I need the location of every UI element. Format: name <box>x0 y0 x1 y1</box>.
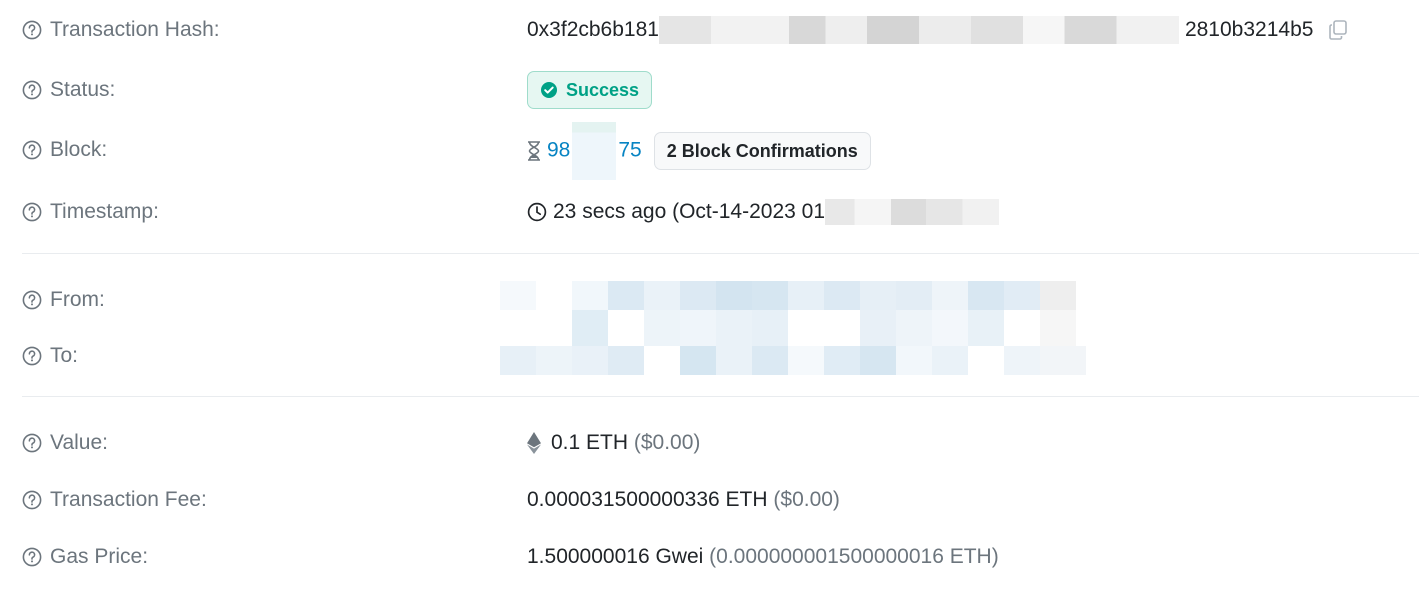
redacted-addresses <box>500 281 1086 375</box>
divider <box>22 253 1419 254</box>
gas-eth: (0.000000001500000016 ETH) <box>709 545 999 568</box>
hash-prefix: 0x3f2cb6b181 <box>527 18 659 41</box>
redacted-timestamp <box>825 199 999 225</box>
redacted-block <box>572 122 617 180</box>
label-to: To: <box>22 336 78 376</box>
row-status: Status: Success <box>22 70 1419 110</box>
check-circle-icon <box>541 82 557 98</box>
block-value: 98 75 2 Block Confirmations <box>527 122 871 180</box>
question-circle-icon[interactable] <box>22 433 42 453</box>
label-transaction-fee: Transaction Fee: <box>22 480 207 520</box>
row-value: Value: 0.1 ETH ($0.00) <box>22 423 1419 463</box>
label-text: Transaction Fee: <box>50 488 207 511</box>
question-circle-icon[interactable] <box>22 290 42 310</box>
row-transaction-hash: Transaction Hash: 0x3f2cb6b181 2810b3214… <box>22 10 1419 50</box>
hourglass-icon <box>528 141 540 161</box>
row-timestamp: Timestamp: 23 secs ago (Oct-14-2023 01 <box>22 192 1419 232</box>
label-text: Transaction Hash: <box>50 18 220 41</box>
fee-amount: 0.000031500000336 ETH ($0.00) <box>527 480 840 520</box>
ethereum-icon <box>527 432 541 454</box>
label-timestamp: Timestamp: <box>22 192 159 232</box>
clock-icon <box>527 202 547 222</box>
value-usd: ($0.00) <box>633 431 701 454</box>
row-block: Block: 98 75 2 Block Confirmations <box>22 122 1419 180</box>
label-text: Status: <box>50 78 116 101</box>
label-status: Status: <box>22 70 115 110</box>
question-circle-icon[interactable] <box>22 346 42 366</box>
label-block: Block: <box>22 130 107 170</box>
status-value: Success <box>527 70 653 110</box>
timestamp-text: 23 secs ago (Oct-14-2023 01 <box>553 200 825 223</box>
block-confirmations-badge: 2 Block Confirmations <box>653 132 871 170</box>
block-suffix: 75 <box>618 138 642 162</box>
question-circle-icon[interactable] <box>22 202 42 222</box>
row-transaction-fee: Transaction Fee: 0.000031500000336 ETH (… <box>22 480 1419 520</box>
question-circle-icon[interactable] <box>22 80 42 100</box>
divider <box>22 396 1419 397</box>
hash-suffix: 2810b3214b5 <box>1184 18 1314 41</box>
transaction-hash-value: 0x3f2cb6b181 2810b3214b5 <box>527 10 1349 50</box>
gas-amount: 1.500000016 Gwei (0.000000001500000016 E… <box>527 537 999 577</box>
gas-gwei: 1.500000016 Gwei <box>527 545 704 568</box>
fee-usd: ($0.00) <box>773 488 840 511</box>
status-text: Success <box>566 79 640 100</box>
question-circle-icon[interactable] <box>22 20 42 40</box>
label-text: To: <box>50 344 79 367</box>
label-from: From: <box>22 280 105 320</box>
label-text: Timestamp: <box>50 200 159 223</box>
label-text: Value: <box>50 431 108 454</box>
redacted-hash <box>658 16 1179 44</box>
status-badge: Success <box>527 71 653 109</box>
label-gas-price: Gas Price: <box>22 537 148 577</box>
row-gas-price: Gas Price: 1.500000016 Gwei (0.000000001… <box>22 537 1419 577</box>
label-text: From: <box>50 288 105 311</box>
label-text: Gas Price: <box>50 545 149 568</box>
label-text: Block: <box>50 138 108 161</box>
label-value: Value: <box>22 423 108 463</box>
copy-icon[interactable] <box>1327 19 1349 41</box>
question-circle-icon[interactable] <box>22 547 42 567</box>
block-number-link[interactable]: 98 75 <box>547 122 642 180</box>
value-amount: 0.1 ETH ($0.00) <box>527 423 700 463</box>
question-circle-icon[interactable] <box>22 490 42 510</box>
question-circle-icon[interactable] <box>22 140 42 160</box>
fee-eth: 0.000031500000336 ETH <box>527 488 768 511</box>
value-eth: 0.1 ETH <box>551 431 629 454</box>
label-transaction-hash: Transaction Hash: <box>22 10 220 50</box>
timestamp-value: 23 secs ago (Oct-14-2023 01 <box>527 192 999 232</box>
block-prefix: 98 <box>547 138 571 162</box>
